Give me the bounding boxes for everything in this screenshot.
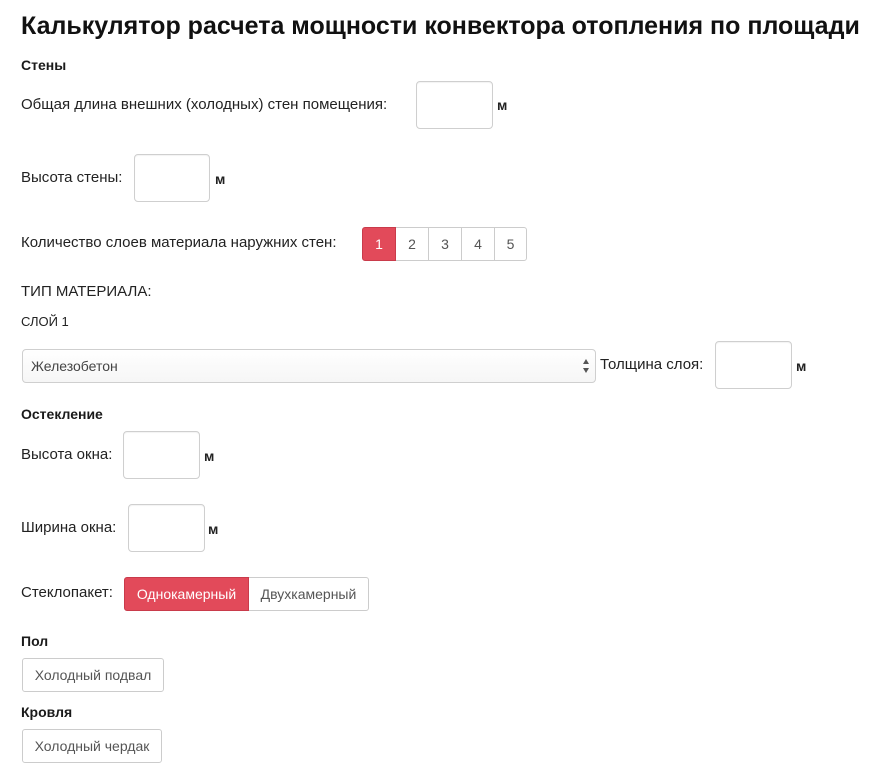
wall-height-label: Высота стены: — [21, 169, 123, 186]
window-width-input[interactable] — [128, 504, 205, 552]
select-arrows-icon — [582, 359, 590, 373]
window-height-input[interactable] — [123, 431, 200, 479]
wall-length-unit: м — [497, 97, 508, 113]
glass-unit-label: Стеклопакет: — [21, 584, 113, 601]
layers-option-3[interactable]: 3 — [428, 227, 462, 261]
wall-length-input[interactable] — [416, 81, 493, 129]
window-width-unit: м — [208, 521, 219, 537]
page-title: Калькулятор расчета мощности конвектора … — [21, 12, 860, 40]
floor-section-title: Пол — [21, 633, 49, 649]
window-width-label: Ширина окна: — [21, 519, 117, 536]
glass-unit-double-chamber[interactable]: Двухкамерный — [248, 577, 369, 611]
layers-option-4[interactable]: 4 — [461, 227, 495, 261]
window-height-unit: м — [204, 448, 215, 464]
layer-thickness-input[interactable] — [715, 341, 792, 389]
layer-thickness-label: Толщина слоя: — [600, 356, 704, 373]
wall-layers-button-group: 1 2 3 4 5 — [362, 227, 527, 261]
layer-1-label: СЛОЙ 1 — [21, 314, 69, 329]
wall-height-unit: м — [215, 171, 226, 187]
material-select[interactable]: Железобетон — [22, 349, 596, 383]
wall-height-input[interactable] — [134, 154, 210, 202]
layers-option-2[interactable]: 2 — [395, 227, 429, 261]
glazing-section-title: Остекление — [21, 406, 103, 422]
glass-unit-button-group: Однокамерный Двухкамерный — [124, 577, 369, 611]
material-type-label: ТИП МАТЕРИАЛА: — [21, 283, 152, 300]
layers-option-1[interactable]: 1 — [362, 227, 396, 261]
layers-option-5[interactable]: 5 — [494, 227, 527, 261]
walls-section-title: Стены — [21, 57, 67, 73]
wall-layers-label: Количество слоев материала наружних стен… — [21, 234, 337, 251]
roof-section-title: Кровля — [21, 704, 73, 720]
calculator-page: Калькулятор расчета мощности конвектора … — [0, 0, 875, 776]
material-select-value: Железобетон — [31, 358, 118, 374]
wall-length-label: Общая длина внешних (холодных) стен поме… — [21, 96, 388, 113]
layer-thickness-unit: м — [796, 358, 807, 374]
window-height-label: Высота окна: — [21, 446, 113, 463]
glass-unit-single-chamber[interactable]: Однокамерный — [124, 577, 249, 611]
floor-cold-basement-button[interactable]: Холодный подвал — [22, 658, 164, 692]
roof-cold-attic-button[interactable]: Холодный чердак — [22, 729, 162, 763]
